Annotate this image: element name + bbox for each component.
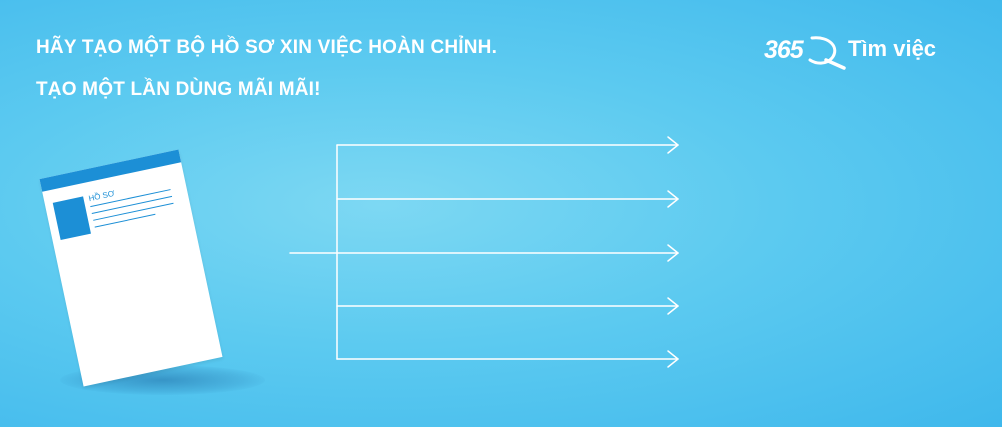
branch-arrows-diagram [289,136,679,368]
